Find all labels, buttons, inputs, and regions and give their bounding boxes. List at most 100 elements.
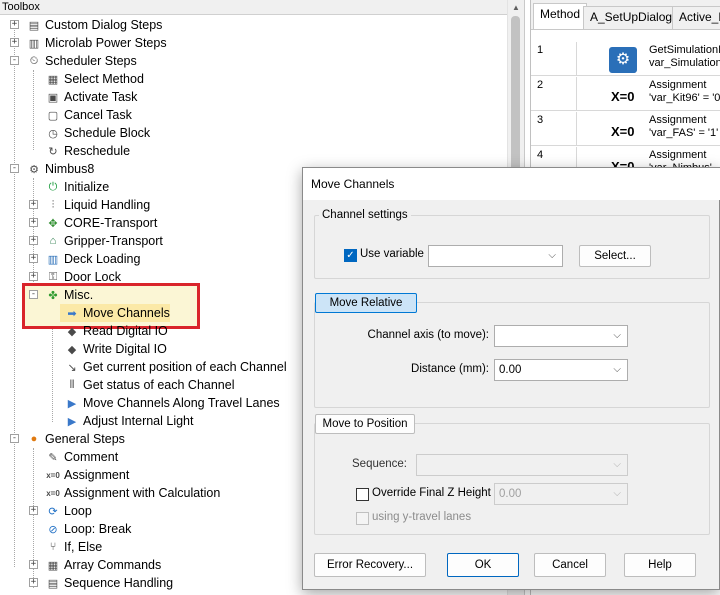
tree-item[interactable]: ▥ Deck Loading [45, 250, 141, 268]
position-icon: ↘ [67, 361, 77, 374]
tree-item[interactable]: ▤ Custom Dialog Steps [26, 16, 163, 34]
expand-icon[interactable]: + [29, 578, 38, 587]
expand-icon[interactable]: + [29, 200, 38, 209]
gripper-icon: ⌂ [49, 235, 57, 247]
tree-guide [33, 70, 34, 150]
expand-icon[interactable]: + [29, 236, 38, 245]
tree-item[interactable]: ✥ CORE-Transport [45, 214, 157, 232]
channel-axis-dropdown[interactable]: ⌵ [494, 325, 628, 347]
channels-icon: ⦀ [69, 378, 75, 391]
override-z-checkbox[interactable] [356, 488, 369, 501]
tree-item[interactable]: ⚿ Door Lock [45, 268, 121, 286]
tab-method[interactable]: Method [533, 3, 588, 30]
collapse-icon[interactable]: - [10, 164, 19, 173]
tree-item-label: Write Digital IO [83, 342, 167, 356]
use-variable-checkbox[interactable]: ✓ [344, 249, 357, 262]
sequence-icon: ▤ [47, 577, 59, 590]
tree-item[interactable]: ⫶ Liquid Handling [45, 196, 151, 214]
tab-setup-dialogs[interactable]: A_SetUpDialogs [583, 6, 686, 30]
tree-item[interactable]: ▦ Select Method [45, 70, 144, 88]
expand-icon[interactable]: + [29, 218, 38, 227]
tree-item-label: Move Channels [83, 306, 170, 320]
collapse-icon[interactable]: - [29, 290, 38, 299]
row-number: 1 [537, 44, 544, 56]
distance-value: 0.00 [499, 364, 522, 376]
sequence-dropdown[interactable]: ⌵ [416, 454, 628, 476]
expand-icon[interactable]: + [29, 560, 38, 569]
table-row[interactable]: 2 X=0 Assignment'var_Kit96' = '0' [531, 77, 720, 111]
row-number: 3 [537, 114, 544, 126]
help-button[interactable]: Help [624, 553, 696, 577]
tree-item[interactable]: ⊘ Loop: Break [45, 520, 131, 538]
expand-icon[interactable]: + [10, 38, 19, 47]
row-text: Assignment'var_FAS' = '1' [649, 114, 719, 139]
tree-item[interactable]: ▤ Sequence Handling [45, 574, 173, 592]
tree-item[interactable]: ➡ Move Channels [64, 304, 170, 322]
move-channels-dialog: Move Channels Channel settings ✓ Use var… [302, 167, 720, 590]
move-to-position-button[interactable]: Move to Position [315, 414, 415, 434]
tree-item[interactable]: ↘ Get current position of each Channel [64, 358, 287, 376]
tree-item[interactable]: ✤ Misc. [45, 286, 93, 304]
reschedule-icon: ↻ [48, 145, 58, 158]
error-recovery-button[interactable]: Error Recovery... [314, 553, 426, 577]
tree-item[interactable]: ▣ Activate Task [45, 88, 138, 106]
light-icon: ▶ [67, 415, 77, 428]
expand-icon[interactable]: + [29, 254, 38, 263]
channel-axis-label: Channel axis (to move): [367, 329, 489, 341]
tree-item[interactable]: x=0 Assignment with Calculation [45, 484, 220, 502]
table-row[interactable]: 3 X=0 Assignment'var_FAS' = '1' [531, 112, 720, 146]
tab-active[interactable]: Active_M [672, 6, 720, 30]
tree-item[interactable]: ⚙ Nimbus8 [26, 160, 94, 178]
y-travel-checkbox[interactable] [356, 512, 369, 525]
move-arrow-icon: ➡ [67, 307, 77, 320]
tree-item[interactable]: ● General Steps [26, 430, 125, 448]
tree-item[interactable]: ⌂ Gripper-Transport [45, 232, 163, 250]
tree-item-label: Scheduler Steps [45, 54, 137, 68]
select-method-icon: ▦ [47, 73, 59, 86]
collapse-icon[interactable]: - [10, 434, 19, 443]
table-row[interactable]: 1 ⚙ GetSimulationM var_Simulation [531, 42, 720, 76]
tree-item[interactable]: ⏻ Initialize [45, 178, 110, 196]
tree-item[interactable]: ⦀ Get status of each Channel [64, 376, 235, 394]
tree-item[interactable]: ▥ Microlab Power Steps [26, 34, 167, 52]
tree-item-label: Array Commands [64, 558, 162, 572]
override-z-dropdown[interactable]: 0.00 ⌵ [494, 483, 628, 505]
misc-icon: ✤ [48, 289, 58, 302]
tree-item[interactable]: x=0 Assignment [45, 466, 129, 484]
tree-item[interactable]: ↻ Reschedule [45, 142, 130, 160]
scroll-up-icon[interactable]: ▲ [512, 3, 520, 12]
move-relative-button[interactable]: Move Relative [315, 293, 417, 313]
variable-dropdown[interactable]: ⌵ [428, 245, 563, 267]
expand-icon[interactable]: + [29, 272, 38, 281]
tree-item[interactable]: ⑂ If, Else [45, 538, 103, 556]
loop-icon: ⟳ [48, 505, 58, 518]
tree-item[interactable]: ▶ Move Channels Along Travel Lanes [64, 394, 280, 412]
tree-item-label: Move Channels Along Travel Lanes [83, 396, 280, 410]
tree-item-label: Select Method [64, 72, 144, 86]
tree-item-label: Get current position of each Channel [83, 360, 287, 374]
distance-dropdown[interactable]: 0.00 ⌵ [494, 359, 628, 381]
cancel-button[interactable]: Cancel [534, 553, 606, 577]
tree-item[interactable]: ◆ Write Digital IO [64, 340, 167, 358]
io-write-icon: ◆ [67, 343, 77, 356]
tree-item[interactable]: ▦ Array Commands [45, 556, 161, 574]
tree-item[interactable]: ⟳ Loop [45, 502, 91, 520]
column-divider [576, 112, 577, 145]
expand-icon[interactable]: + [29, 506, 38, 515]
move-relative-group [314, 302, 710, 408]
tree-item[interactable]: ✎ Comment [45, 448, 118, 466]
tree-item[interactable]: ◷ Schedule Block [45, 124, 150, 142]
tree-item-label: Read Digital IO [83, 324, 168, 338]
tree-item-label: Loop: Break [64, 522, 132, 536]
tree-guide [14, 27, 15, 567]
tree-item[interactable]: ◆ Read Digital IO [64, 322, 168, 340]
if-else-icon: ⑂ [49, 541, 57, 553]
tree-item[interactable]: ⏲ Scheduler Steps [26, 52, 137, 70]
io-icon: ◆ [67, 325, 77, 338]
select-button[interactable]: Select... [579, 245, 651, 267]
collapse-icon[interactable]: - [10, 56, 19, 65]
expand-icon[interactable]: + [10, 20, 19, 29]
tree-item[interactable]: ▶ Adjust Internal Light [64, 412, 194, 430]
tree-item[interactable]: ▢ Cancel Task [45, 106, 132, 124]
ok-button[interactable]: OK [447, 553, 519, 577]
